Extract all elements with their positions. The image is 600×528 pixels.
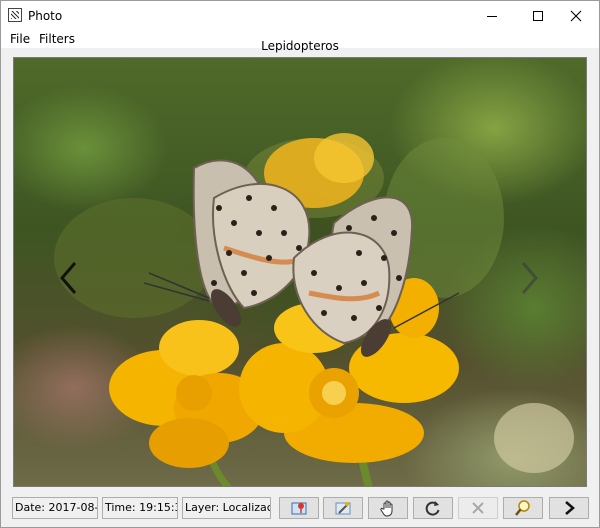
butterfly-photo [54, 133, 574, 486]
pan-button[interactable] [368, 497, 408, 519]
minimize-button[interactable] [469, 1, 515, 30]
next-photo-button[interactable] [514, 258, 544, 298]
layer-field: Layer: Localizacion [182, 497, 271, 519]
chevron-right-icon [521, 262, 538, 294]
rotate-button[interactable] [413, 497, 453, 519]
status-bar: Date: 2017-08-15 Time: 19:15:37 Layer: L… [1, 493, 599, 523]
photo-window: Photo File Filters Lepidopteros Date: 20… [0, 0, 600, 528]
window-title: Photo [28, 9, 63, 23]
close-button[interactable] [553, 1, 599, 30]
magnifier-icon [515, 500, 530, 516]
time-field: Time: 19:15:37 [102, 497, 178, 519]
minimize-icon [487, 15, 497, 17]
map-location-button[interactable] [279, 497, 319, 519]
hand-pan-icon [380, 500, 393, 517]
date-field: Date: 2017-08-15 [12, 497, 98, 519]
cross-delete-icon [472, 502, 484, 514]
magic-wand-icon [335, 502, 351, 515]
maximize-icon [533, 10, 543, 21]
rotate-icon [425, 501, 440, 516]
previous-photo-button[interactable] [54, 258, 84, 298]
photo-viewer[interactable] [13, 57, 587, 487]
photo-title: Lepidopteros [261, 39, 339, 53]
chevron-left-icon [60, 262, 77, 294]
zoom-button[interactable] [503, 497, 543, 519]
title-bar[interactable]: Photo [1, 1, 599, 30]
next-arrow-icon [565, 501, 575, 515]
magic-wand-button[interactable] [323, 497, 363, 519]
delete-button[interactable] [458, 497, 498, 519]
photo-app-icon [8, 8, 22, 22]
map-pin-icon [291, 502, 307, 515]
close-icon [570, 10, 582, 21]
next-button[interactable] [549, 497, 589, 519]
